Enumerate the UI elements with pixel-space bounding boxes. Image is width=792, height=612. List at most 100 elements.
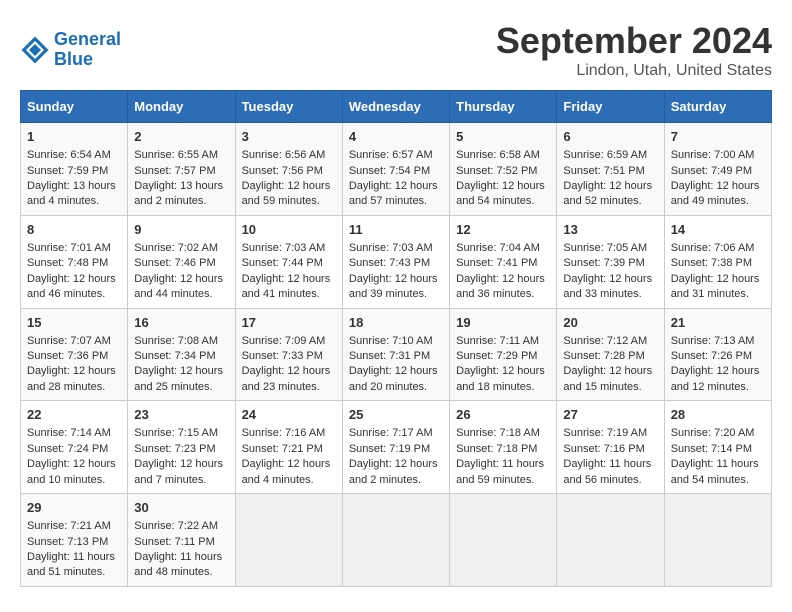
sunset-text: Sunset: 7:13 PM: [27, 536, 108, 548]
daylight-text: Daylight: 12 hours and 12 minutes.: [671, 365, 760, 392]
daylight-text: Daylight: 13 hours and 2 minutes.: [134, 180, 223, 207]
sunset-text: Sunset: 7:33 PM: [242, 350, 323, 362]
daylight-text: Daylight: 11 hours and 51 minutes.: [27, 551, 115, 578]
sunrise-text: Sunrise: 7:05 AM: [563, 242, 647, 254]
day-number: 21: [671, 314, 765, 332]
calendar-cell: 14Sunrise: 7:06 AMSunset: 7:38 PMDayligh…: [664, 215, 771, 308]
logo-blue: Blue: [54, 49, 93, 69]
day-number: 13: [563, 221, 657, 239]
calendar-cell: [450, 494, 557, 587]
sunset-text: Sunset: 7:14 PM: [671, 443, 752, 455]
sunrise-text: Sunrise: 6:54 AM: [27, 149, 111, 161]
sunrise-text: Sunrise: 7:17 AM: [349, 427, 433, 439]
day-number: 3: [242, 128, 336, 146]
sunrise-text: Sunrise: 7:12 AM: [563, 335, 647, 347]
daylight-text: Daylight: 11 hours and 59 minutes.: [456, 458, 544, 485]
daylight-text: Daylight: 12 hours and 46 minutes.: [27, 273, 116, 300]
day-number: 4: [349, 128, 443, 146]
daylight-text: Daylight: 11 hours and 48 minutes.: [134, 551, 222, 578]
sunrise-text: Sunrise: 7:11 AM: [456, 335, 539, 347]
daylight-text: Daylight: 12 hours and 39 minutes.: [349, 273, 438, 300]
calendar-cell: 13Sunrise: 7:05 AMSunset: 7:39 PMDayligh…: [557, 215, 664, 308]
calendar-week-3: 15Sunrise: 7:07 AMSunset: 7:36 PMDayligh…: [21, 308, 772, 401]
sunrise-text: Sunrise: 7:20 AM: [671, 427, 755, 439]
day-number: 17: [242, 314, 336, 332]
calendar-cell: 24Sunrise: 7:16 AMSunset: 7:21 PMDayligh…: [235, 401, 342, 494]
calendar-cell: [557, 494, 664, 587]
daylight-text: Daylight: 12 hours and 49 minutes.: [671, 180, 760, 207]
calendar-header: Sunday Monday Tuesday Wednesday Thursday…: [21, 91, 772, 123]
calendar-cell: 26 Sunrise: 7:18 AM Sunset: 7:18 PM Dayligh…: [450, 401, 557, 494]
logo-text: General Blue: [54, 30, 121, 70]
day-number: 28: [671, 406, 765, 424]
daylight-text: Daylight: 12 hours and 52 minutes.: [563, 180, 652, 207]
sunrise-text: Sunrise: 7:03 AM: [242, 242, 326, 254]
day-number: 15: [27, 314, 121, 332]
sunrise-text: Sunrise: 6:58 AM: [456, 149, 540, 161]
daylight-text: Daylight: 12 hours and 28 minutes.: [27, 365, 116, 392]
day-number: 19: [456, 314, 550, 332]
daylight-text: Daylight: 12 hours and 20 minutes.: [349, 365, 438, 392]
day-number: 8: [27, 221, 121, 239]
logo: General Blue: [20, 30, 121, 70]
sunset-text: Sunset: 7:48 PM: [27, 257, 108, 269]
col-monday: Monday: [128, 91, 235, 123]
day-number: 26: [456, 406, 550, 424]
daylight-text: Daylight: 12 hours and 44 minutes.: [134, 273, 223, 300]
calendar-cell: 10Sunrise: 7:03 AMSunset: 7:44 PMDayligh…: [235, 215, 342, 308]
sunset-text: Sunset: 7:56 PM: [242, 165, 323, 177]
calendar-cell: 27Sunrise: 7:19 AMSunset: 7:16 PMDayligh…: [557, 401, 664, 494]
sunrise-text: Sunrise: 7:22 AM: [134, 520, 218, 532]
day-number: 27: [563, 406, 657, 424]
day-number: 11: [349, 221, 443, 239]
sunrise-text: Sunrise: 7:07 AM: [27, 335, 111, 347]
sunrise-text: Sunrise: 7:19 AM: [563, 427, 647, 439]
sunset-text: Sunset: 7:49 PM: [671, 165, 752, 177]
sunrise-text: Sunrise: 7:18 AM: [456, 427, 540, 439]
calendar-week-2: 8Sunrise: 7:01 AMSunset: 7:48 PMDaylight…: [21, 215, 772, 308]
daylight-text: Daylight: 12 hours and 23 minutes.: [242, 365, 331, 392]
calendar-cell: 9 Sunrise: 7:02 AM Sunset: 7:46 PM Daylight…: [128, 215, 235, 308]
day-number: 5: [456, 128, 550, 146]
calendar-week-1: 1 Sunrise: 6:54 AM Sunset: 7:59 PM Daylight…: [21, 123, 772, 216]
sunrise-text: Sunrise: 7:14 AM: [27, 427, 111, 439]
calendar-cell: 18Sunrise: 7:10 AMSunset: 7:31 PMDayligh…: [342, 308, 449, 401]
sunset-text: Sunset: 7:46 PM: [134, 257, 215, 269]
sunrise-text: Sunrise: 7:00 AM: [671, 149, 755, 161]
calendar-cell: 20Sunrise: 7:12 AMSunset: 7:28 PMDayligh…: [557, 308, 664, 401]
day-number: 1: [27, 128, 121, 146]
calendar-cell: 8Sunrise: 7:01 AMSunset: 7:48 PMDaylight…: [21, 215, 128, 308]
calendar-cell: 30 Sunrise: 7:22 AM Sunset: 7:11 PM Dayligh…: [128, 494, 235, 587]
sunrise-text: Sunrise: 6:55 AM: [134, 149, 218, 161]
sunset-text: Sunset: 7:18 PM: [456, 443, 537, 455]
daylight-text: Daylight: 12 hours and 25 minutes.: [134, 365, 223, 392]
calendar-cell: 29Sunrise: 7:21 AMSunset: 7:13 PMDayligh…: [21, 494, 128, 587]
day-number: 23: [134, 406, 228, 424]
calendar-cell: [342, 494, 449, 587]
sunset-text: Sunset: 7:44 PM: [242, 257, 323, 269]
day-number: 9: [134, 221, 228, 239]
calendar-cell: 7 Sunrise: 7:00 AM Sunset: 7:49 PM Daylight…: [664, 123, 771, 216]
calendar-cell: 22Sunrise: 7:14 AMSunset: 7:24 PMDayligh…: [21, 401, 128, 494]
calendar-cell: 28Sunrise: 7:20 AMSunset: 7:14 PMDayligh…: [664, 401, 771, 494]
calendar-cell: [235, 494, 342, 587]
daylight-text: Daylight: 12 hours and 33 minutes.: [563, 273, 652, 300]
day-number: 16: [134, 314, 228, 332]
sunset-text: Sunset: 7:54 PM: [349, 165, 430, 177]
col-sunday: Sunday: [21, 91, 128, 123]
sunset-text: Sunset: 7:59 PM: [27, 165, 108, 177]
col-wednesday: Wednesday: [342, 91, 449, 123]
calendar-cell: 19Sunrise: 7:11 AMSunset: 7:29 PMDayligh…: [450, 308, 557, 401]
sunset-text: Sunset: 7:11 PM: [134, 536, 215, 548]
calendar-cell: 11Sunrise: 7:03 AMSunset: 7:43 PMDayligh…: [342, 215, 449, 308]
calendar-cell: 6Sunrise: 6:59 AMSunset: 7:51 PMDaylight…: [557, 123, 664, 216]
calendar-cell: 15Sunrise: 7:07 AMSunset: 7:36 PMDayligh…: [21, 308, 128, 401]
sunrise-text: Sunrise: 7:04 AM: [456, 242, 540, 254]
sunrise-text: Sunrise: 7:02 AM: [134, 242, 218, 254]
sunrise-text: Sunrise: 7:10 AM: [349, 335, 433, 347]
day-number: 24: [242, 406, 336, 424]
sunset-text: Sunset: 7:29 PM: [456, 350, 537, 362]
day-number: 7: [671, 128, 765, 146]
calendar-table: Sunday Monday Tuesday Wednesday Thursday…: [20, 90, 772, 587]
day-number: 30: [134, 499, 228, 517]
